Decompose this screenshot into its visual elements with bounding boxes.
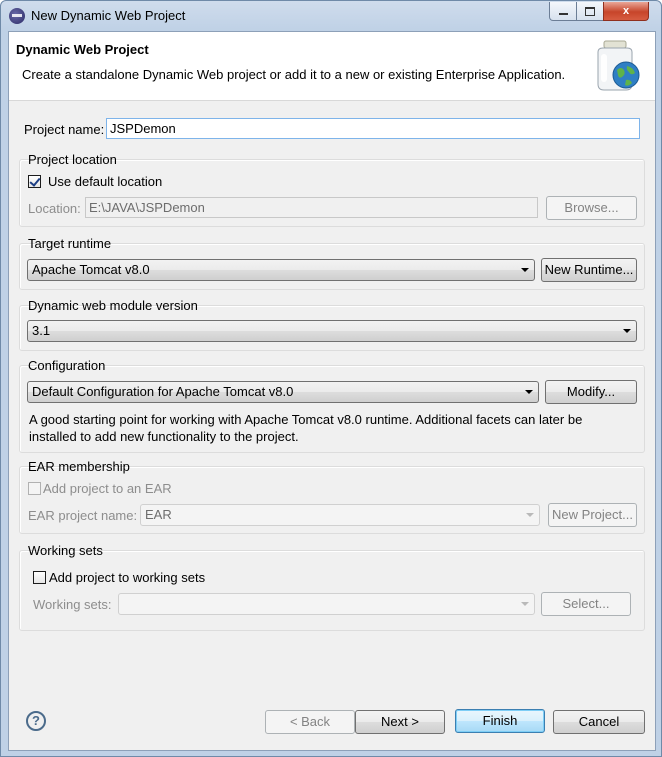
project-name-input[interactable]: JSPDemon: [106, 118, 640, 139]
next-button[interactable]: Next >: [355, 710, 445, 734]
chevron-down-icon: [623, 329, 631, 333]
banner-description: Create a standalone Dynamic Web project …: [22, 67, 566, 82]
back-button[interactable]: < Back: [265, 710, 355, 734]
add-to-ear-label: Add project to an EAR: [43, 481, 172, 496]
use-default-location-checkbox[interactable]: [28, 175, 41, 188]
wizard-banner: Dynamic Web Project Create a standalone …: [9, 32, 655, 101]
finish-button[interactable]: Finish: [455, 709, 545, 733]
use-default-location-label: Use default location: [48, 174, 163, 189]
maximize-icon: [585, 6, 595, 16]
dialog-window: New Dynamic Web Project x Dynamic Web Pr…: [0, 0, 662, 757]
minimize-button[interactable]: [549, 2, 577, 21]
configuration-description-line1: A good starting point for working with A…: [29, 412, 583, 427]
help-icon[interactable]: ?: [26, 711, 46, 731]
module-version-value: 3.1: [32, 323, 51, 338]
cancel-button[interactable]: Cancel: [553, 710, 645, 734]
working-sets-label: Working sets:: [33, 597, 112, 612]
web-project-jar-icon: [597, 40, 640, 91]
module-version-select[interactable]: 3.1: [27, 320, 637, 342]
add-to-working-sets-checkbox[interactable]: [33, 571, 46, 584]
working-sets-group: [19, 550, 645, 631]
chevron-down-icon: [521, 268, 529, 272]
window-title: New Dynamic Web Project: [31, 8, 186, 23]
select-working-sets-button[interactable]: Select...: [541, 592, 631, 616]
modify-button[interactable]: Modify...: [545, 380, 637, 404]
location-label: Location:: [28, 201, 81, 216]
target-runtime-heading: Target runtime: [28, 236, 112, 251]
working-sets-heading: Working sets: [28, 543, 103, 558]
new-runtime-button[interactable]: New Runtime...: [541, 258, 637, 282]
module-version-heading: Dynamic web module version: [28, 298, 198, 313]
target-runtime-select[interactable]: Apache Tomcat v8.0: [27, 259, 535, 281]
chevron-down-icon: [521, 602, 529, 606]
location-input[interactable]: E:\JAVA\JSPDemon: [85, 197, 538, 218]
new-project-button[interactable]: New Project...: [548, 503, 637, 527]
configuration-heading: Configuration: [28, 358, 106, 373]
configuration-select[interactable]: Default Configuration for Apache Tomcat …: [27, 381, 539, 403]
eclipse-icon: [9, 8, 25, 24]
ear-membership-heading: EAR membership: [28, 459, 130, 474]
maximize-button[interactable]: [576, 2, 604, 21]
ear-project-name-label: EAR project name:: [28, 508, 138, 523]
close-icon: x: [622, 5, 630, 17]
ear-project-name-select[interactable]: EAR: [140, 504, 540, 526]
browse-button[interactable]: Browse...: [546, 196, 637, 220]
ear-project-name-value: EAR: [145, 507, 172, 522]
project-location-heading: Project location: [28, 152, 117, 167]
configuration-value: Default Configuration for Apache Tomcat …: [32, 384, 294, 399]
banner-title: Dynamic Web Project: [16, 42, 149, 57]
add-to-ear-checkbox[interactable]: [28, 482, 41, 495]
target-runtime-value: Apache Tomcat v8.0: [32, 262, 150, 277]
add-to-working-sets-label: Add project to working sets: [49, 570, 206, 585]
close-button[interactable]: x: [603, 2, 649, 21]
minimize-icon: [558, 13, 568, 16]
chevron-down-icon: [525, 390, 533, 394]
chevron-down-icon: [526, 513, 534, 517]
dialog-client: Dynamic Web Project Create a standalone …: [8, 31, 656, 751]
working-sets-select[interactable]: [118, 593, 535, 615]
title-bar[interactable]: New Dynamic Web Project x: [1, 1, 661, 31]
configuration-description-line2: installed to add new functionality to th…: [29, 429, 299, 444]
project-name-label: Project name:: [24, 122, 105, 137]
